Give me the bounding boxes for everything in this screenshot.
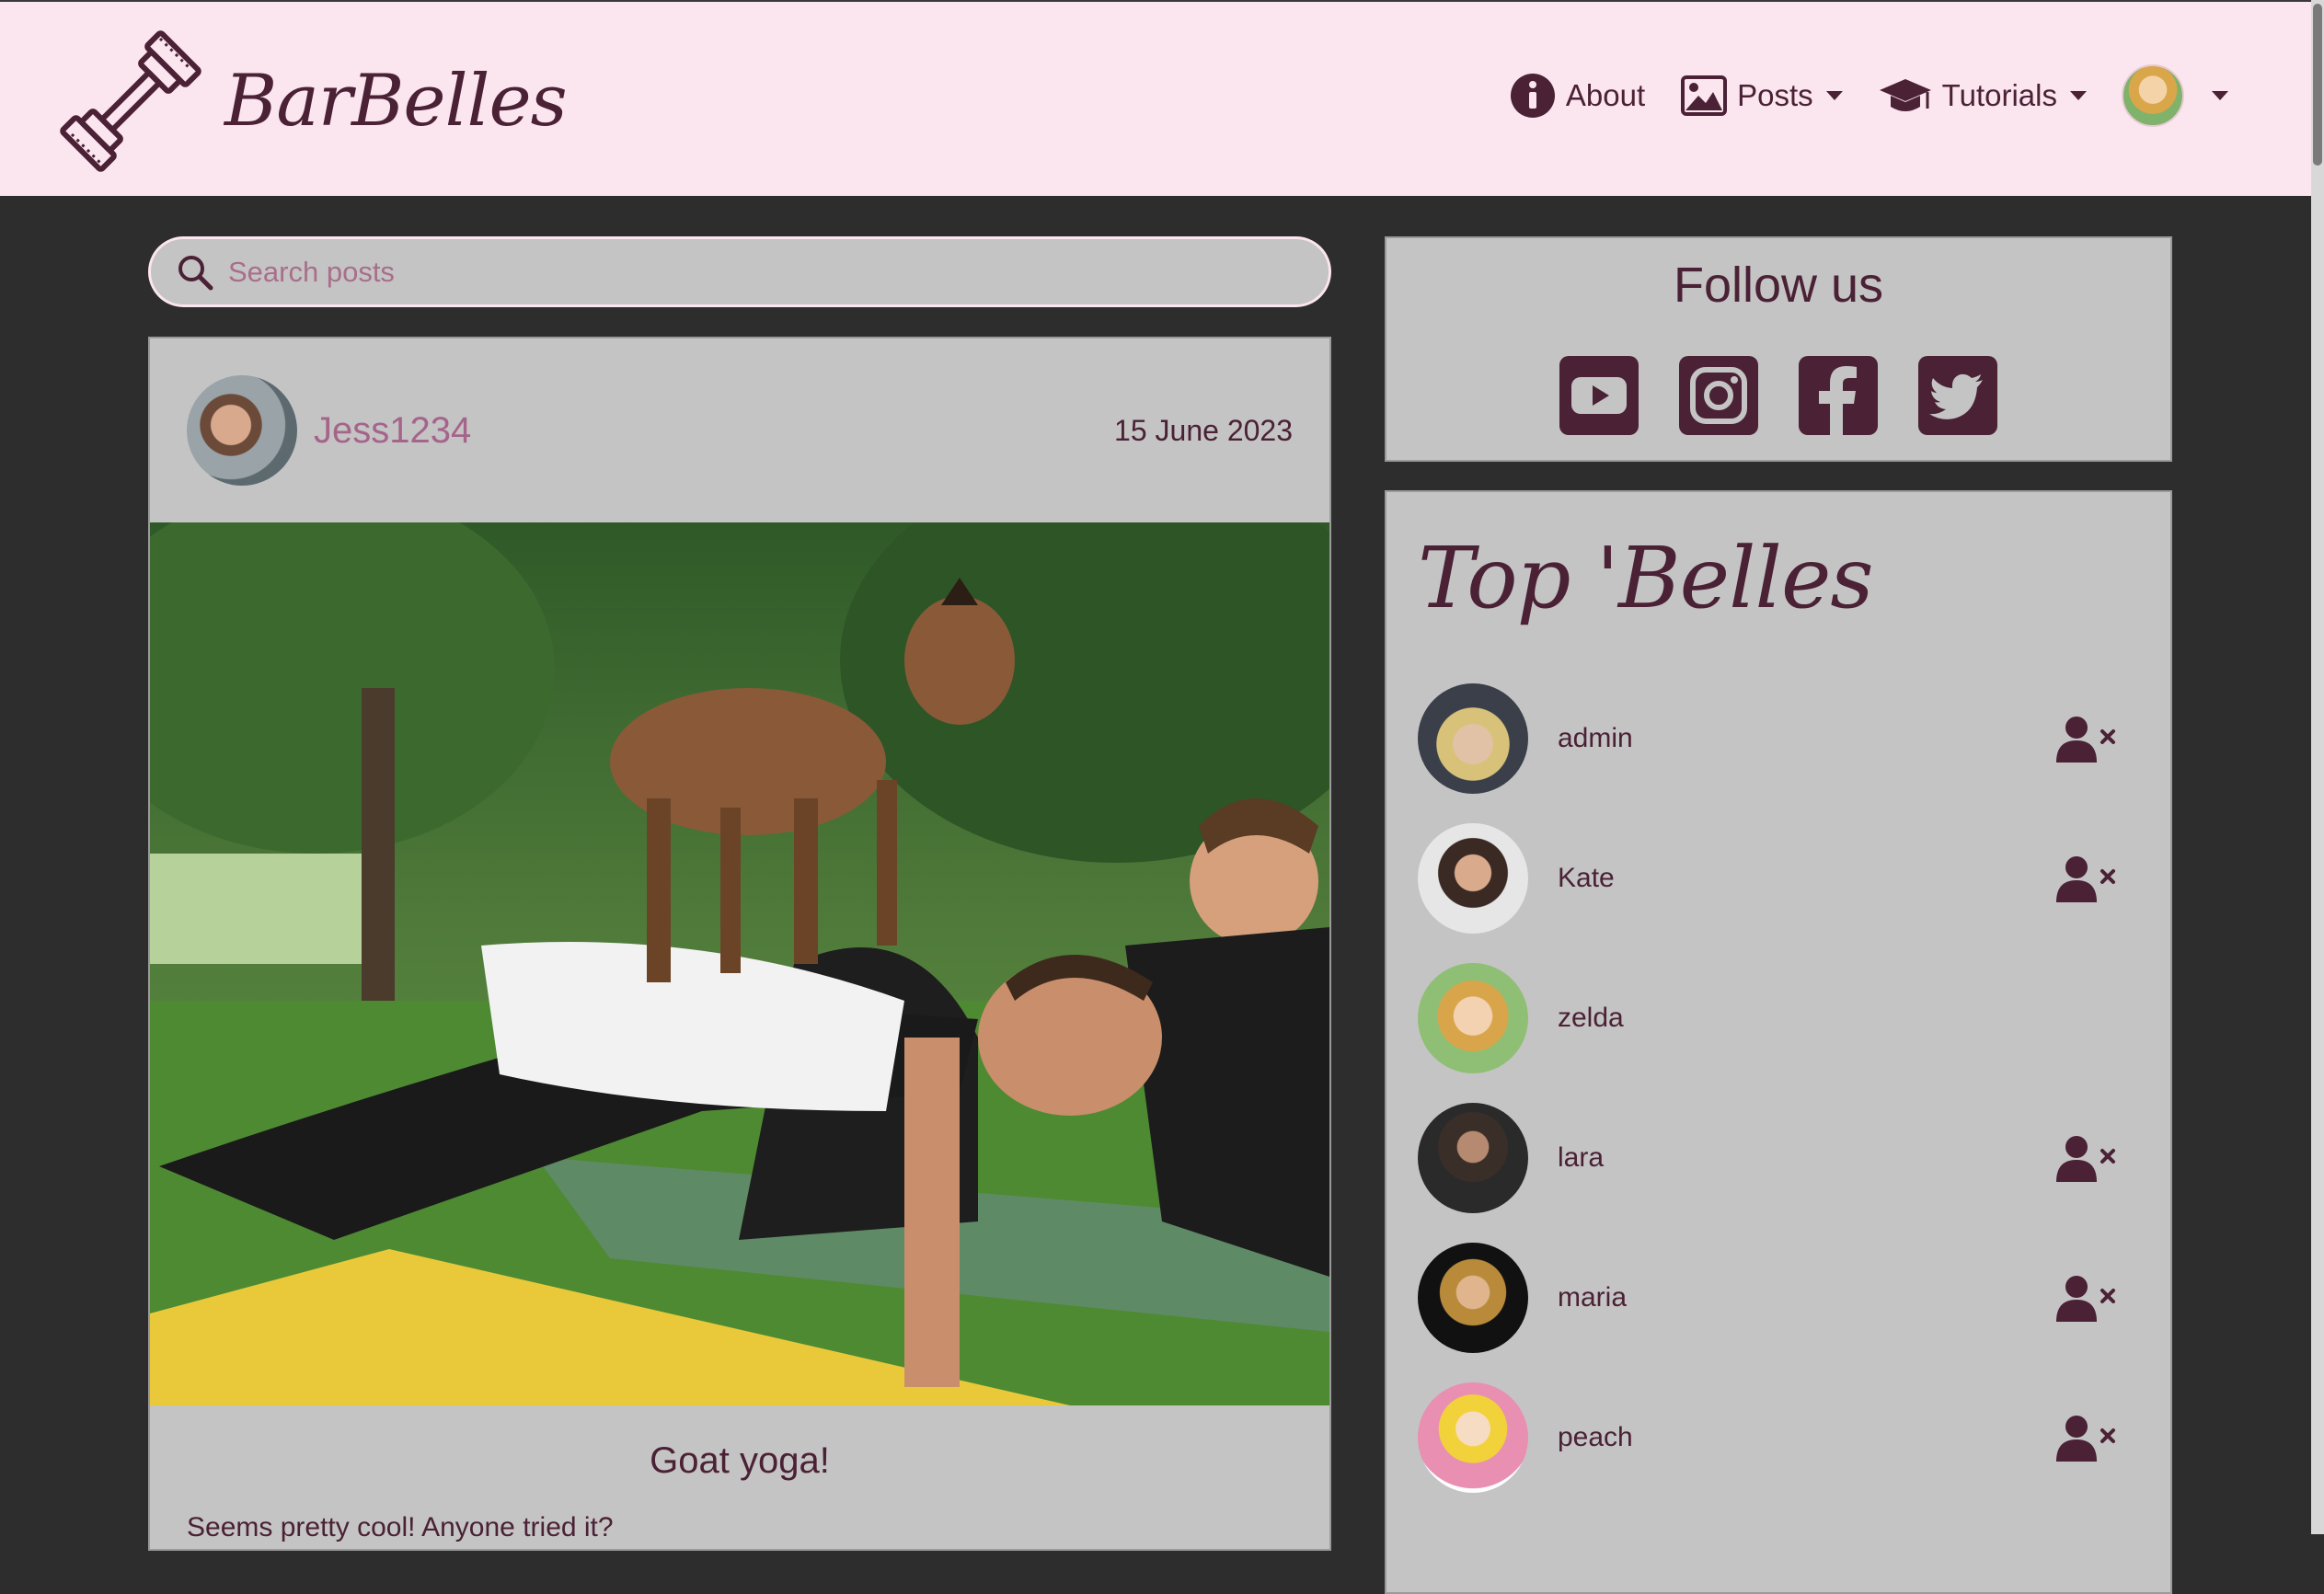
top-belles-title: Top 'Belles [1418,529,1874,627]
brand-name: BarBelles [224,60,568,143]
nav-posts-dropdown[interactable]: Posts [1680,72,1843,120]
belle-name[interactable]: maria [1558,1282,2056,1313]
list-item: Kate [1418,823,2145,934]
avatar[interactable] [1418,1243,1528,1353]
unfollow-user-icon[interactable] [2056,854,2117,902]
nav-tutorials-label: Tutorials [1941,78,2057,112]
search-input[interactable] [226,254,1284,290]
chevron-down-icon [2212,91,2228,100]
nav-links: About Posts Tutorials [1509,64,2228,127]
twitter-icon[interactable] [1918,356,1997,435]
follow-us-card: Follow us [1385,236,2172,462]
unfollow-user-icon[interactable] [2056,1134,2117,1182]
avatar[interactable] [1418,823,1528,934]
brand-link[interactable]: BarBelles [53,26,568,177]
author-avatar[interactable] [187,375,297,486]
belle-name[interactable]: zelda [1558,1003,2145,1034]
facebook-icon[interactable] [1799,356,1878,435]
unfollow-user-icon[interactable] [2056,1274,2117,1322]
scrollbar-thumb[interactable] [2313,4,2322,166]
nav-tutorials-dropdown[interactable]: Tutorials [1878,72,2087,120]
post-author[interactable]: Jess1234 [314,410,471,452]
list-item: lara [1418,1103,2145,1213]
unfollow-user-icon[interactable] [2056,715,2117,763]
chevron-down-icon [1825,91,1843,100]
youtube-icon[interactable] [1559,356,1639,435]
avatar [2122,64,2184,127]
belle-name[interactable]: Kate [1558,863,2056,894]
post-date: 15 June 2023 [1114,414,1293,447]
list-item: peach [1418,1382,2145,1493]
post-image[interactable] [150,522,1329,1405]
instagram-icon[interactable] [1679,356,1758,435]
chevron-down-icon [2070,91,2087,100]
avatar[interactable] [1418,1103,1528,1213]
nav-about[interactable]: About [1509,72,1645,120]
info-icon [1510,74,1555,118]
graduation-cap-icon [1879,79,1931,111]
nav-posts-label: Posts [1737,78,1813,112]
post-card: Jess1234 15 June 2023 Goat yoga! Seems p… [148,337,1331,1551]
social-links [1386,356,2170,435]
belle-name[interactable]: admin [1558,723,2056,754]
unfollow-user-icon[interactable] [2056,1414,2117,1462]
nav-profile-dropdown[interactable] [2122,64,2228,127]
post-photo [150,522,1329,1405]
post-body: Seems pretty cool! Anyone tried it? [187,1512,614,1542]
list-item: zelda [1418,963,2145,1073]
belle-name[interactable]: peach [1558,1422,2056,1453]
list-item: admin [1418,683,2145,794]
top-belles-card: Top 'Belles admin Kate zelda lara maria … [1385,490,2172,1594]
avatar[interactable] [1418,683,1528,794]
post-title: Goat yoga! [650,1440,830,1481]
avatar[interactable] [1418,963,1528,1073]
search-bar[interactable] [148,236,1331,307]
search-icon [178,255,213,290]
post-header: Jess1234 [187,375,471,486]
nav-about-label: About [1565,78,1646,112]
dumbbell-logo-icon [60,30,201,172]
avatar[interactable] [1418,1382,1528,1493]
belle-name[interactable]: lara [1558,1142,2056,1174]
scrollbar[interactable] [2311,0,2324,1534]
list-item: maria [1418,1243,2145,1353]
follow-us-title: Follow us [1673,258,1884,313]
navbar: BarBelles About Posts Tutorials [0,0,2311,196]
image-icon [1681,75,1728,116]
